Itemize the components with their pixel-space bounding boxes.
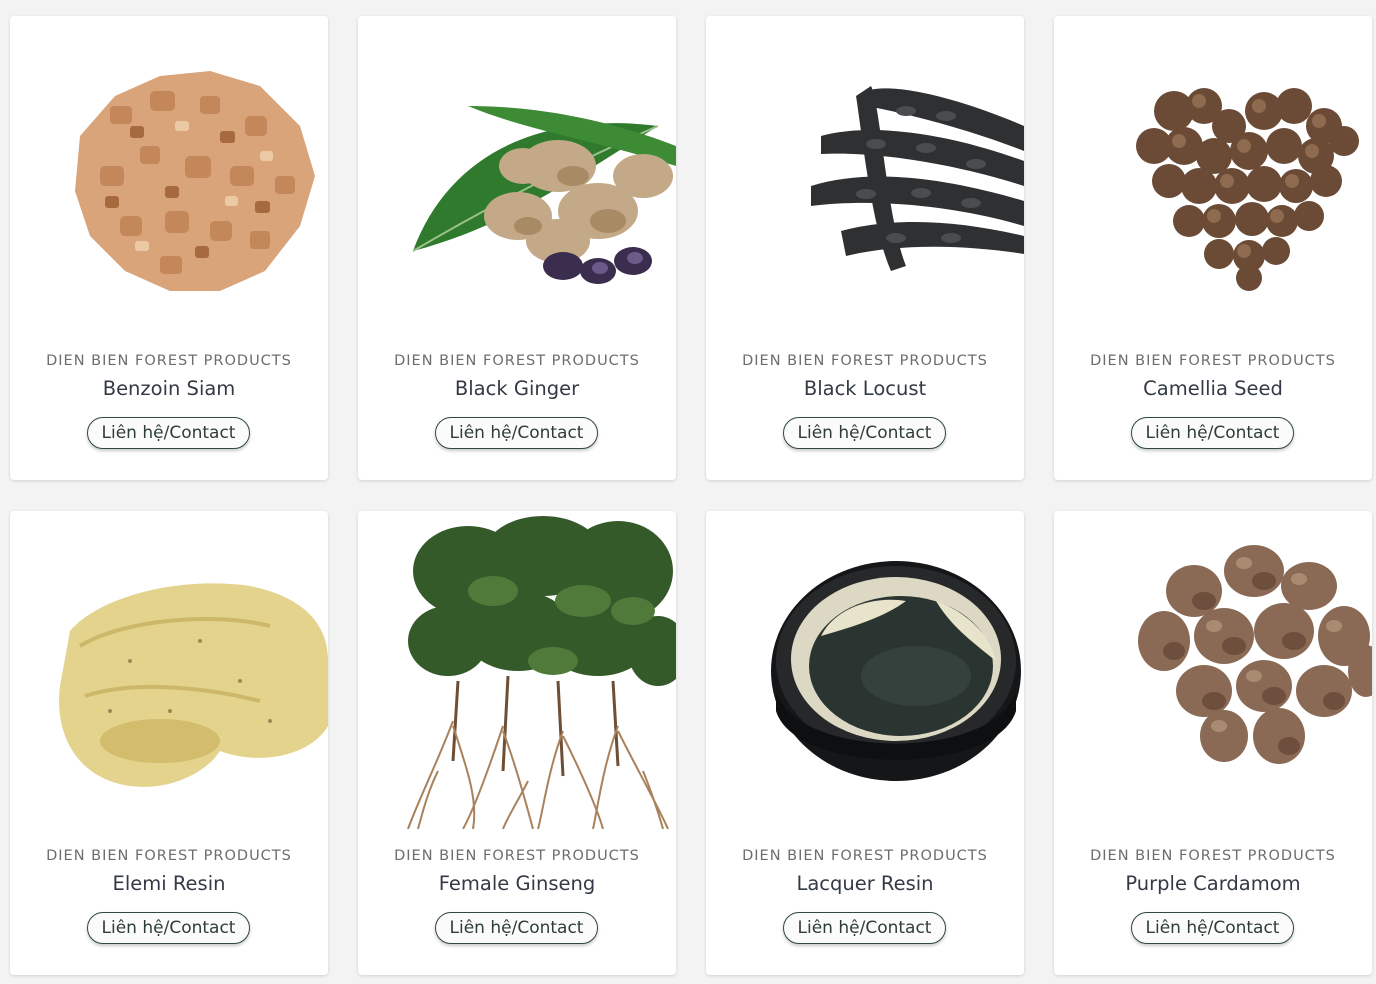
product-image-black-ginger[interactable] xyxy=(358,16,676,334)
product-category: DIEN BIEN FOREST PRODUCTS xyxy=(742,353,988,369)
product-category: DIEN BIEN FOREST PRODUCTS xyxy=(742,848,988,864)
product-image-purple-cardamom[interactable] xyxy=(1054,511,1372,829)
product-category: DIEN BIEN FOREST PRODUCTS xyxy=(46,848,292,864)
contact-button[interactable]: Liên hệ/Contact xyxy=(1131,912,1294,944)
contact-button[interactable]: Liên hệ/Contact xyxy=(435,912,598,944)
product-image-camellia-seed[interactable] xyxy=(1054,16,1372,334)
contact-button[interactable]: Liên hệ/Contact xyxy=(87,417,250,449)
product-card[interactable]: DIEN BIEN FOREST PRODUCTS Elemi Resin Li… xyxy=(10,511,328,975)
product-card[interactable]: DIEN BIEN FOREST PRODUCTS Black Ginger L… xyxy=(358,16,676,480)
product-category: DIEN BIEN FOREST PRODUCTS xyxy=(1090,353,1336,369)
product-name[interactable]: Purple Cardamom xyxy=(1054,872,1372,895)
product-card[interactable]: DIEN BIEN FOREST PRODUCTS Black Locust L… xyxy=(706,16,1024,480)
contact-button[interactable]: Liên hệ/Contact xyxy=(435,417,598,449)
contact-button[interactable]: Liên hệ/Contact xyxy=(783,417,946,449)
product-name[interactable]: Elemi Resin xyxy=(10,872,328,895)
product-image-benzoin-siam[interactable] xyxy=(10,16,328,334)
product-card[interactable]: DIEN BIEN FOREST PRODUCTS Purple Cardamo… xyxy=(1054,511,1372,975)
product-name[interactable]: Black Ginger xyxy=(358,377,676,400)
product-image-female-ginseng[interactable] xyxy=(358,511,676,829)
product-category: DIEN BIEN FOREST PRODUCTS xyxy=(394,848,640,864)
product-image-black-locust[interactable] xyxy=(706,16,1024,334)
product-card[interactable]: DIEN BIEN FOREST PRODUCTS Lacquer Resin … xyxy=(706,511,1024,975)
product-card[interactable]: DIEN BIEN FOREST PRODUCTS Camellia Seed … xyxy=(1054,16,1372,480)
product-image-lacquer-resin[interactable] xyxy=(706,511,1024,829)
product-card[interactable]: DIEN BIEN FOREST PRODUCTS Benzoin Siam L… xyxy=(10,16,328,480)
contact-button[interactable]: Liên hệ/Contact xyxy=(1131,417,1294,449)
product-card[interactable]: DIEN BIEN FOREST PRODUCTS Female Ginseng… xyxy=(358,511,676,975)
contact-button[interactable]: Liên hệ/Contact xyxy=(87,912,250,944)
product-name[interactable]: Benzoin Siam xyxy=(10,377,328,400)
product-image-elemi-resin[interactable] xyxy=(10,511,328,829)
product-name[interactable]: Lacquer Resin xyxy=(706,872,1024,895)
product-category: DIEN BIEN FOREST PRODUCTS xyxy=(394,353,640,369)
product-category: DIEN BIEN FOREST PRODUCTS xyxy=(46,353,292,369)
contact-button[interactable]: Liên hệ/Contact xyxy=(783,912,946,944)
product-category: DIEN BIEN FOREST PRODUCTS xyxy=(1090,848,1336,864)
product-name[interactable]: Female Ginseng xyxy=(358,872,676,895)
product-name[interactable]: Black Locust xyxy=(706,377,1024,400)
product-grid: DIEN BIEN FOREST PRODUCTS Benzoin Siam L… xyxy=(0,0,1376,984)
product-name[interactable]: Camellia Seed xyxy=(1054,377,1372,400)
